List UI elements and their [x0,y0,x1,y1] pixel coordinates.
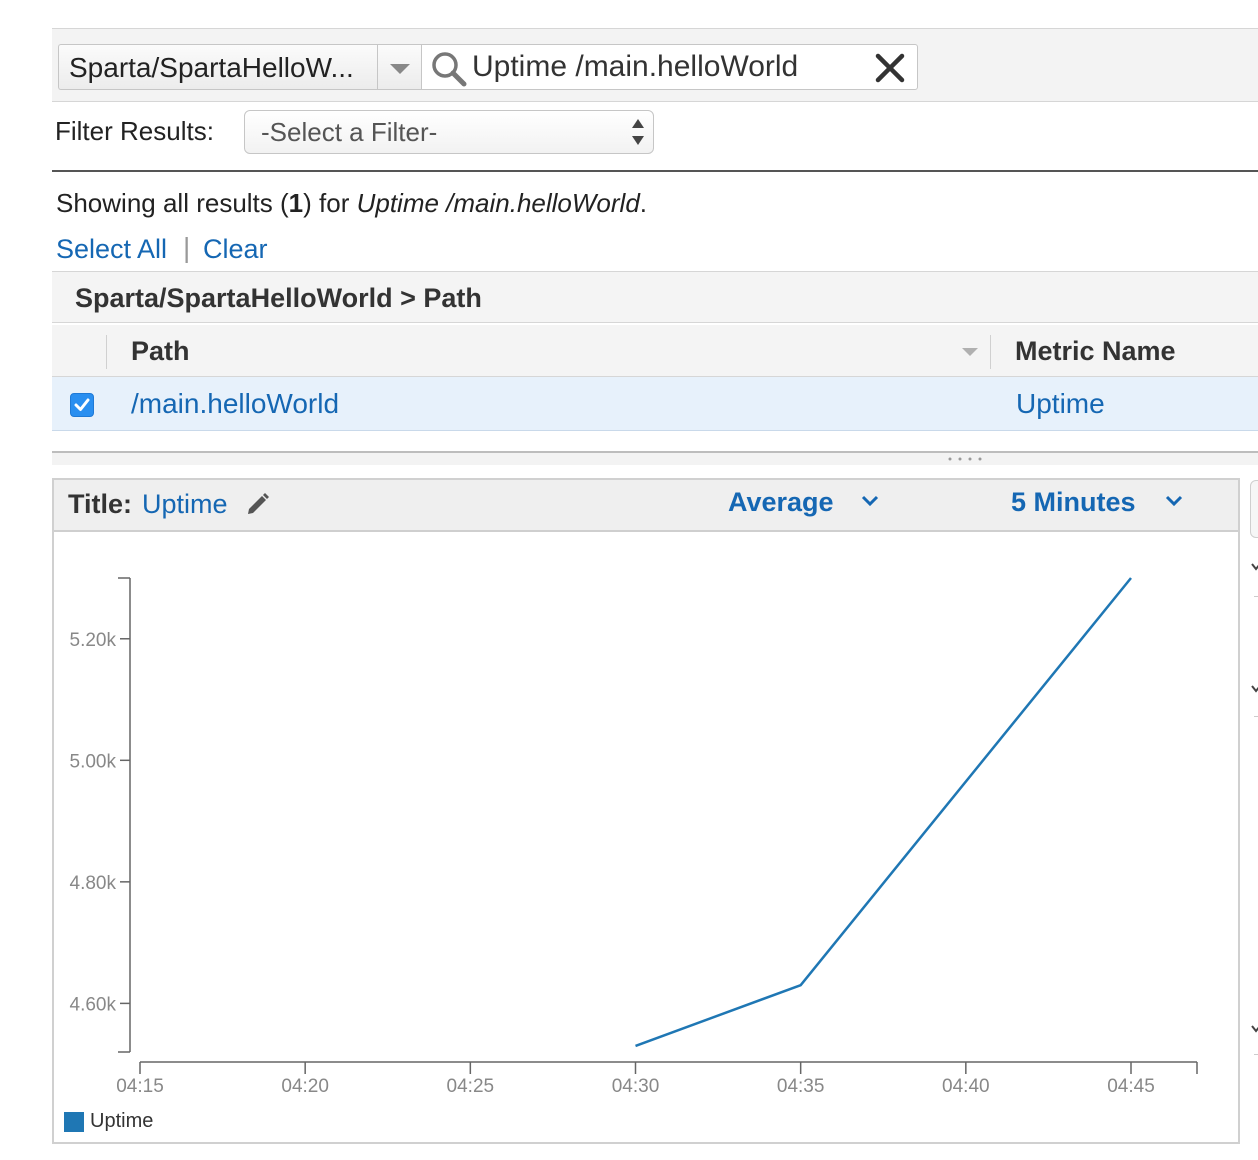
y-tick-label: 4.60k [70,994,117,1015]
group-title: Sparta/SpartaHelloWorld > Path [75,283,482,313]
filter-select[interactable]: -Select a Filter- [244,110,654,154]
column-header-path[interactable]: Path [131,336,190,367]
select-arrows-icon [632,119,644,145]
y-tick-label: 4.80k [70,873,117,894]
column-header-metric-name[interactable]: Metric Name [1015,336,1176,367]
namespace-dropdown-button[interactable] [377,44,422,90]
series-line-uptime [635,577,1132,1048]
namespace-select[interactable]: Sparta/SpartaHelloW... [58,44,378,90]
graph-title-value[interactable]: Uptime [142,489,228,520]
chevron-down-icon[interactable] [1250,562,1258,572]
x-tick-label: 04:20 [281,1076,329,1097]
row-metric-link[interactable]: Uptime [1016,388,1105,420]
clear-link[interactable]: Clear [203,234,268,265]
divider [1254,596,1258,597]
x-tick-label: 04:35 [777,1076,825,1097]
x-tick-label: 04:40 [942,1076,990,1097]
pencil-icon[interactable] [244,490,272,518]
resize-splitter[interactable] [52,451,1258,465]
side-panel-button[interactable] [1250,480,1258,538]
search-query-text[interactable]: Uptime /main.helloWorld [472,44,798,90]
select-all-link[interactable]: Select All [56,234,167,265]
search-icon [432,52,467,87]
link-separator: | [183,232,191,263]
chevron-down-icon[interactable] [1250,1024,1258,1034]
divider [1254,1054,1258,1055]
divider [1254,716,1258,717]
y-tick-label: 5.20k [70,630,117,651]
x-tick-label: 04:15 [116,1076,164,1097]
row-path-link[interactable]: /main.helloWorld [131,388,339,420]
statistic-dropdown[interactable]: Average [728,487,834,518]
chevron-down-icon[interactable] [1164,494,1184,508]
x-tick-label: 04:25 [447,1076,495,1097]
period-dropdown[interactable]: 5 Minutes [1011,487,1136,518]
row-checkbox[interactable] [70,393,94,417]
legend-label: Uptime [90,1110,154,1132]
filter-label: Filter Results: [55,116,214,146]
checkmark-icon [74,398,90,411]
x-tick-label: 04:45 [1107,1076,1155,1097]
chevron-down-icon[interactable] [1250,684,1258,694]
results-summary: Showing all results (1) for Uptime /main… [56,188,648,218]
close-icon[interactable] [872,50,908,86]
column-divider [106,335,107,369]
y-tick-label: 5.00k [70,751,117,772]
uptime-line-chart: 4.60k 5.00k 5.20k 4.80k 04:15 04:20 04:25 04:30… [70,577,1198,1097]
column-divider [990,335,991,369]
drag-handle-icon[interactable] [944,456,984,462]
sort-caret-icon[interactable] [962,348,978,356]
x-tick-label: 04:30 [612,1076,660,1097]
legend-swatch [64,1112,84,1132]
divider [52,170,1258,172]
chevron-down-icon[interactable] [860,494,880,508]
graph-title-label: Title: [68,489,133,519]
